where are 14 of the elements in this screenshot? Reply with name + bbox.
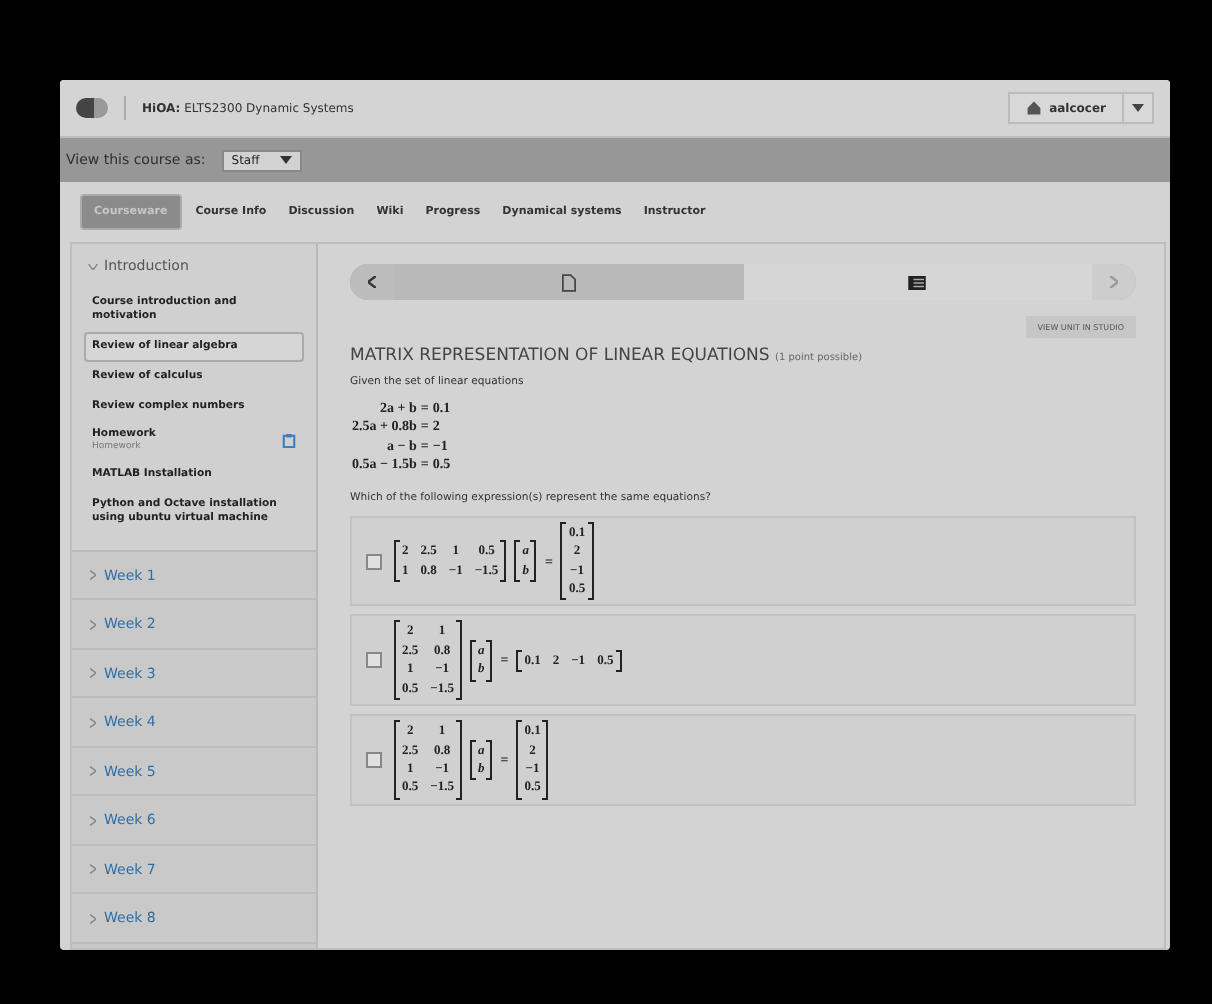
logo-icon [76, 98, 108, 118]
checkbox[interactable] [366, 553, 382, 570]
list-icon [908, 275, 927, 289]
chevron-right-icon [1110, 276, 1118, 288]
caret-icon [279, 156, 292, 164]
checkbox[interactable] [366, 652, 382, 669]
chevron-left-icon [368, 276, 376, 288]
home-icon [1025, 100, 1042, 116]
checkbox[interactable] [366, 751, 382, 768]
user-menu-button[interactable] [1124, 92, 1154, 124]
previous-button[interactable] [350, 264, 394, 300]
next-button[interactable] [1092, 264, 1136, 300]
caret-icon [1132, 104, 1144, 112]
document-icon [561, 273, 576, 291]
